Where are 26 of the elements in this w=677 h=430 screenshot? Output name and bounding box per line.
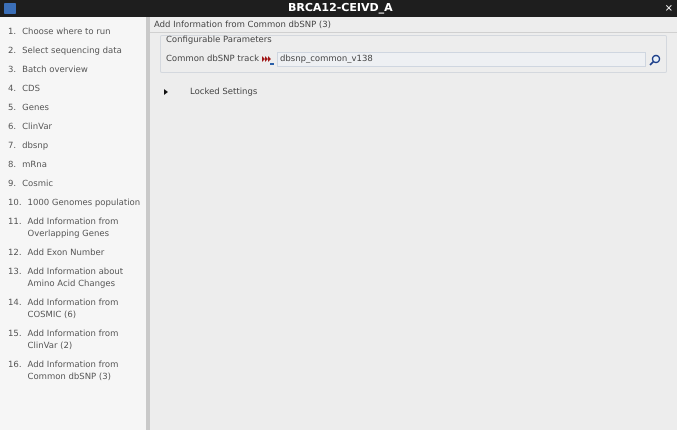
step-item[interactable]: 16. Add Information from Common dbSNP (3) [0,359,146,383]
locked-settings-toggle[interactable]: Locked Settings [164,86,677,99]
step-item[interactable]: 11. Add Information from Overlapping Genes [0,216,146,240]
app-icon [4,3,16,14]
track-field[interactable]: dbsnp_common_v138 [277,52,646,67]
step-item[interactable]: 10. 1000 Genomes population [0,197,146,209]
step-item[interactable]: 15. Add Information from ClinVar (2) [0,328,146,352]
step-item[interactable]: 1. Choose where to run [0,26,146,38]
window-title: BRCA12-CEIVD_A [288,0,393,16]
track-icon [262,54,274,64]
step-item[interactable]: 5. Genes [0,102,146,114]
step-item[interactable]: 6. ClinVar [0,121,146,133]
field-label: Common dbSNP track [166,53,259,66]
step-item[interactable]: 14. Add Information from COSMIC (6) [0,297,146,321]
close-button[interactable]: × [664,4,673,14]
search-icon[interactable] [649,54,661,66]
step-item[interactable]: 8. mRna [0,159,146,171]
group-title: Configurable Parameters [166,35,273,46]
step-item[interactable]: 13. Add Information about Amino Acid Changes [0,266,146,290]
step-item[interactable]: 9. Cosmic [0,178,146,190]
step-item[interactable]: 2. Select sequencing data [0,45,146,57]
step-item[interactable]: 12. Add Exon Number [0,247,146,259]
panel-title: Add Information from Common dbSNP (3) [150,17,677,33]
step-item[interactable]: 7. dbsnp [0,140,146,152]
step-item[interactable]: 3. Batch overview [0,64,146,76]
step-item[interactable]: 4. CDS [0,83,146,95]
